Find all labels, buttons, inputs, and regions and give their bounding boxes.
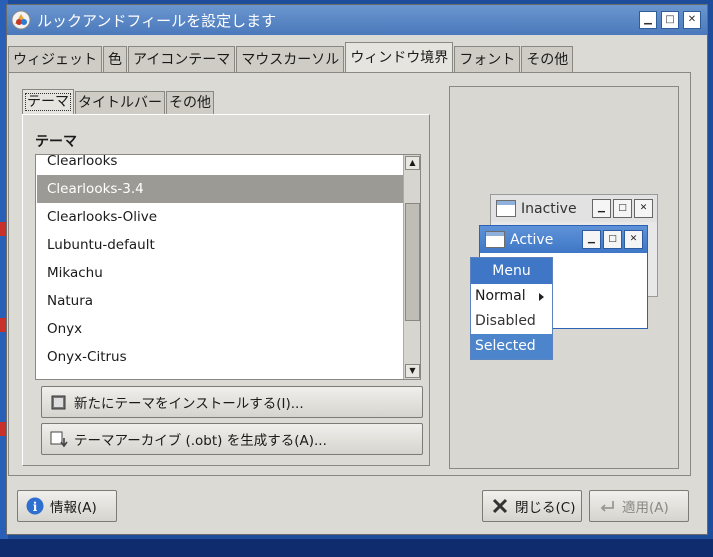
create-archive-button[interactable]: テーマアーカイブ (.obt) を生成する(A)...	[41, 423, 423, 455]
minimize-button[interactable]: ▁	[639, 11, 657, 29]
list-item-selected[interactable]: Clearlooks-3.4	[37, 175, 403, 203]
install-icon	[50, 393, 68, 411]
list-item[interactable]: Clearlooks-Olive	[37, 203, 403, 231]
tab-mouse-cursor[interactable]: マウスカーソル	[236, 46, 345, 73]
list-item[interactable]: Clearlooks	[37, 155, 403, 175]
theme-list-scrollbar[interactable]: ▲ ▼	[403, 155, 420, 379]
preview-minimize-icon: ▁	[592, 199, 611, 218]
desktop-background	[0, 539, 713, 557]
main-tabs: ウィジェット 色 アイコンテーマ マウスカーソル ウィンドウ境界 フォント その…	[8, 42, 574, 73]
close-button-label: 閉じる(C)	[515, 500, 576, 516]
about-button[interactable]: i 情報(A)	[17, 490, 117, 522]
subtab-titlebar[interactable]: タイトルバー	[75, 91, 165, 115]
install-theme-button[interactable]: 新たにテーマをインストールする(I)...	[41, 386, 423, 418]
scroll-up-button[interactable]: ▲	[405, 156, 420, 170]
window-title: ルックアンドフィールを設定します	[37, 11, 277, 30]
scroll-down-button[interactable]: ▼	[405, 364, 420, 378]
scroll-thumb[interactable]	[405, 203, 420, 321]
create-archive-label: テーマアーカイブ (.obt) を生成する(A)...	[74, 433, 327, 449]
close-window-button[interactable]: ✕	[683, 11, 701, 29]
preview-minimize-icon: ▁	[582, 230, 601, 249]
preview-menu-item-disabled: Disabled	[475, 313, 536, 329]
subtab-theme-label: テーマ	[25, 93, 71, 111]
preview-menu: Menu Normal Disabled Selected	[470, 257, 553, 360]
tab-icon-theme[interactable]: アイコンテーマ	[128, 46, 236, 73]
apply-button[interactable]: 適用(A)	[589, 490, 689, 522]
tab-color[interactable]: 色	[103, 46, 127, 73]
list-item[interactable]: Mikachu	[37, 259, 403, 287]
subtab-theme[interactable]: テーマ	[22, 89, 74, 115]
list-item[interactable]: Onyx-Citrus	[37, 343, 403, 371]
preview-menu-item-normal-label: Normal	[475, 288, 526, 304]
theme-section-label: テーマ	[35, 134, 77, 150]
svg-text:i: i	[33, 500, 38, 514]
preview-close-icon: ✕	[634, 199, 653, 218]
info-icon: i	[26, 497, 44, 515]
apply-button-label: 適用(A)	[622, 500, 669, 516]
theme-list[interactable]: Clearlooks Clearlooks-3.4 Clearlooks-Oli…	[35, 154, 421, 380]
maximize-button[interactable]: □	[661, 11, 679, 29]
subtab-other[interactable]: その他	[166, 91, 214, 115]
preview-close-icon: ✕	[624, 230, 643, 249]
tab-other[interactable]: その他	[521, 46, 574, 73]
tab-font[interactable]: フォント	[454, 46, 521, 73]
list-item[interactable]: Natura	[37, 287, 403, 315]
preview-maximize-icon: □	[603, 230, 622, 249]
list-item[interactable]: Lubuntu-default	[37, 231, 403, 259]
preview-menu-item-normal: Normal	[471, 284, 552, 309]
tab-window-border[interactable]: ウィンドウ境界	[345, 42, 454, 73]
archive-icon	[50, 430, 68, 448]
sub-tabs: テーマ タイトルバー その他	[22, 89, 215, 115]
close-button[interactable]: 閉じる(C)	[482, 490, 582, 522]
preview-active-title: Active	[510, 231, 554, 248]
about-button-label: 情報(A)	[50, 500, 97, 516]
apply-return-icon	[598, 497, 616, 515]
close-x-icon	[491, 497, 509, 515]
preview-maximize-icon: □	[613, 199, 632, 218]
preview-menu-title: Menu	[471, 258, 552, 284]
window-icon	[485, 231, 505, 248]
window-icon	[496, 200, 516, 217]
submenu-arrow-icon	[539, 293, 544, 301]
list-item[interactable]: Onyx	[37, 315, 403, 343]
app-icon	[11, 10, 31, 30]
window-titlebar[interactable]: ルックアンドフィールを設定します ▁ □ ✕	[7, 5, 707, 35]
install-theme-label: 新たにテーマをインストールする(I)...	[74, 396, 304, 412]
preview-inactive-title: Inactive	[521, 200, 577, 217]
preview-menu-item-selected: Selected	[471, 334, 552, 359]
tab-widget[interactable]: ウィジェット	[8, 46, 102, 73]
